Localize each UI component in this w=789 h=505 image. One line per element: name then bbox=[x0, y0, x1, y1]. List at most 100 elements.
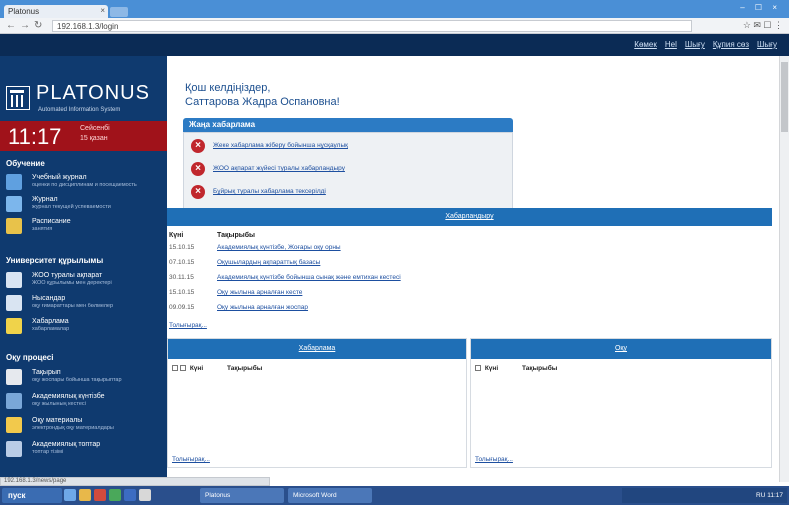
sidebar-item-desc: хабарламалар bbox=[32, 326, 70, 332]
calendar-icon bbox=[6, 218, 22, 234]
sidebar-item-objects[interactable]: Нысандар оқу ғимараттары мен бөлмелер bbox=[6, 293, 161, 315]
page-scrollbar[interactable] bbox=[779, 56, 789, 482]
book-icon bbox=[6, 174, 22, 190]
news-item[interactable]: × Жеке хабарлама жіберу бойынша нұсқаулы… bbox=[191, 139, 501, 157]
header-link[interactable]: Құпия сөз bbox=[713, 40, 749, 49]
new-tab-button[interactable] bbox=[110, 7, 128, 17]
row-subject-link[interactable]: Академиялық күнтізбе, Жоғары оқу орны bbox=[217, 244, 341, 251]
header-link[interactable]: Көмек bbox=[634, 40, 657, 49]
checkbox[interactable] bbox=[172, 365, 178, 372]
checkbox[interactable] bbox=[475, 365, 481, 372]
header-link[interactable]: Hel bbox=[665, 40, 677, 49]
panel-title[interactable]: Оқу bbox=[471, 339, 771, 359]
windows-taskbar: пуск Platonus Microsoft Word RU 11:17 bbox=[0, 486, 789, 505]
sidebar-item-university-info[interactable]: ЖОО туралы ақпарат ЖОО құрылымы мен дере… bbox=[6, 270, 161, 292]
error-icon: × bbox=[191, 139, 205, 153]
sidebar: PLATONUS Automated Information System 11… bbox=[0, 56, 167, 482]
main-content: Қош келдіңіздер, Саттарова Жадра Оспанов… bbox=[167, 56, 779, 482]
news-link[interactable]: Жеке хабарлама жіберу бойынша нұсқаулық bbox=[213, 142, 348, 149]
forward-arrow-icon[interactable]: → bbox=[20, 20, 30, 31]
column-header-subject: Тақырыбы bbox=[521, 365, 558, 372]
checkbox[interactable] bbox=[180, 365, 186, 372]
sidebar-item-desc: электрондық оқу материалдары bbox=[32, 425, 114, 431]
news-item[interactable]: × Бұйрық туралы хабарлама тексерілді bbox=[191, 185, 501, 203]
row-date: 07.10.15 bbox=[169, 259, 195, 266]
sidebar-item-desc: оқу ғимараттары мен бөлмелер bbox=[32, 303, 114, 309]
document-icon bbox=[6, 272, 22, 288]
pencil-icon bbox=[6, 196, 22, 212]
section-title-study-process: Оқу процесі bbox=[6, 353, 54, 362]
window-controls[interactable]: – ☐ × bbox=[740, 3, 781, 12]
sidebar-item-calendar[interactable]: Академиялық күнтізбе оқу жылының кестесі bbox=[6, 391, 161, 413]
table-row[interactable]: 15.10.15 Академиялық күнтізбе, Жоғары оқу… bbox=[169, 244, 769, 255]
header-link[interactable]: Шығу bbox=[685, 40, 705, 49]
chrome-icon[interactable] bbox=[94, 489, 106, 501]
more-link[interactable]: Толығырақ... bbox=[172, 456, 210, 463]
word-icon[interactable] bbox=[124, 489, 136, 501]
sidebar-item-schedule[interactable]: Расписание занятия bbox=[6, 216, 161, 238]
folder-icon[interactable] bbox=[79, 489, 91, 501]
sidebar-item-desc: журнал текущей успеваемости bbox=[32, 204, 111, 210]
sidebar-item-messages[interactable]: Хабарлама хабарламалар bbox=[6, 316, 161, 338]
sidebar-item-topics[interactable]: Тақырып оқу жоспары бойынша тақырыптар bbox=[6, 367, 161, 389]
task-button-word[interactable]: Microsoft Word bbox=[288, 488, 372, 503]
column-header-subject: Тақырыбы bbox=[226, 365, 263, 372]
messages-panel: Хабарлама Күні Тақырыбы Толығырақ... bbox=[167, 338, 467, 468]
tab-title: Platonus bbox=[8, 7, 40, 16]
row-subject-link[interactable]: Оқу жылына арналған кесте bbox=[217, 289, 302, 296]
start-button[interactable]: пуск bbox=[2, 488, 62, 503]
sidebar-item-label: Академиялық күнтізбе bbox=[32, 393, 105, 400]
section-title-university: Университет құрылымы bbox=[6, 256, 104, 265]
sidebar-item-materials[interactable]: Оқу материалы электрондық оқу материалда… bbox=[6, 415, 161, 437]
sidebar-item-label: Тақырып bbox=[32, 369, 61, 376]
scroll-thumb[interactable] bbox=[781, 62, 788, 132]
row-subject-link[interactable]: Оқу жылына арналған жоспар bbox=[217, 304, 308, 311]
table-row[interactable]: 07.10.15 Оқушылардың ақпараттық базасы bbox=[169, 259, 769, 270]
sidebar-item-register[interactable]: Журнал журнал текущей успеваемости bbox=[6, 194, 161, 216]
sidebar-item-label: Нысандар bbox=[32, 295, 66, 302]
study-panel: Оқу Күні Тақырыбы Толығырақ... bbox=[470, 338, 772, 468]
news-link[interactable]: ЖОО ақпарат жүйесі туралы хабарландыру bbox=[213, 165, 345, 172]
browser-toolbar-icons[interactable]: ☆ ✉ ☐ ⋮ bbox=[743, 20, 783, 31]
row-date: 09.09.15 bbox=[169, 304, 195, 311]
column-header-date: Күні bbox=[189, 365, 204, 372]
system-tray[interactable]: RU 11:17 bbox=[622, 488, 787, 503]
news-link[interactable]: Бұйрық туралы хабарлама тексерілді bbox=[213, 188, 326, 195]
bulb-icon bbox=[6, 318, 22, 334]
column-header-date: Күні bbox=[484, 365, 499, 372]
row-date: 15.10.15 bbox=[169, 289, 195, 296]
back-arrow-icon[interactable]: ← bbox=[6, 20, 16, 31]
explorer-icon[interactable] bbox=[64, 489, 76, 501]
task-button-browser[interactable]: Platonus bbox=[200, 488, 284, 503]
more-link[interactable]: Толығырақ... bbox=[475, 456, 513, 463]
announcements-header[interactable]: Хабарландыру bbox=[167, 208, 772, 226]
user-name: Саттарова Жадра Оспановна! bbox=[185, 96, 340, 108]
address-bar[interactable]: 192.168.1.3/login bbox=[52, 20, 692, 32]
reload-icon[interactable]: ↻ bbox=[34, 20, 42, 31]
error-icon: × bbox=[191, 162, 205, 176]
more-link[interactable]: Толығырақ... bbox=[169, 322, 207, 329]
platonus-logo[interactable]: PLATONUS Automated Information System bbox=[6, 80, 156, 120]
column-header-date: Күні bbox=[169, 232, 184, 239]
sidebar-item-label: Учебный журнал bbox=[32, 174, 87, 181]
sidebar-item-journal[interactable]: Учебный журнал оценки по дисциплинам и п… bbox=[6, 172, 161, 194]
table-row[interactable]: 15.10.15 Оқу жылына арналған кесте bbox=[169, 289, 769, 300]
error-icon: × bbox=[191, 185, 205, 199]
row-subject-link[interactable]: Оқушылардың ақпараттық базасы bbox=[217, 259, 320, 266]
browser-statusbar: 192.168.1.3/news/page bbox=[0, 477, 270, 486]
browser-tab[interactable]: Platonus × bbox=[4, 5, 108, 18]
table-row[interactable]: 30.11.15 Академиялық күнтізбе бойынша сын… bbox=[169, 274, 769, 285]
sidebar-item-label: Расписание bbox=[32, 218, 71, 225]
sidebar-item-groups[interactable]: Академиялық топтар топтар тізімі bbox=[6, 439, 161, 461]
news-item[interactable]: × ЖОО ақпарат жүйесі туралы хабарландыру bbox=[191, 162, 501, 180]
announcements-table: Күні Тақырыбы 15.10.15 Академиялық күнтіз… bbox=[167, 228, 772, 332]
app-icon[interactable] bbox=[109, 489, 121, 501]
table-row[interactable]: 09.09.15 Оқу жылына арналған жоспар bbox=[169, 304, 769, 315]
tab-close-icon[interactable]: × bbox=[100, 6, 105, 15]
clock-time: 11:17 bbox=[8, 124, 62, 149]
panel-title[interactable]: Хабарлама bbox=[168, 339, 466, 359]
header-link[interactable]: Шығу bbox=[757, 40, 777, 49]
app-icon[interactable] bbox=[139, 489, 151, 501]
panel-columns: Күні Тақырыбы bbox=[475, 365, 557, 372]
row-subject-link[interactable]: Академиялық күнтізбе бойынша сынақ және … bbox=[217, 274, 401, 281]
